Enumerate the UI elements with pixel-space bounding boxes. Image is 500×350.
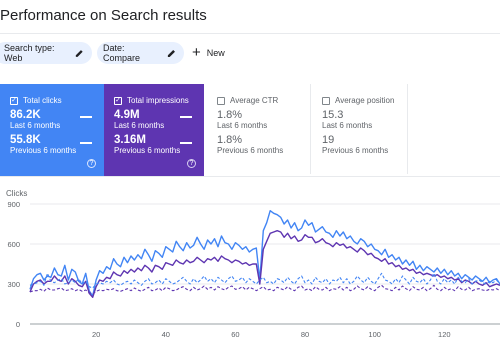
metric-current-period: Last 6 months	[10, 121, 61, 130]
metric-card-average-ctr[interactable]: Average CTR 1.8% Last 6 months 1.8% Prev…	[207, 84, 311, 174]
page-title: Performance on Search results	[0, 7, 207, 24]
y-tick-label: 0	[16, 320, 20, 329]
metric-label: Total impressions	[127, 96, 189, 105]
new-label: New	[206, 48, 225, 58]
metric-current-value: 86.2K	[10, 109, 41, 121]
x-tick-label: 120	[438, 330, 451, 339]
search-type-label: Search type: Web	[4, 43, 55, 63]
metric-label: Average CTR	[230, 96, 279, 105]
series-line-3	[29, 284, 500, 295]
dashed-line-legend-icon	[180, 142, 192, 144]
metric-previous-period: Previous 6 months	[114, 146, 181, 155]
x-tick-label: 60	[231, 330, 239, 339]
metric-current-value: 4.9M	[114, 109, 140, 121]
metric-previous-period: Previous 6 months	[10, 146, 77, 155]
solid-line-legend-icon	[180, 116, 192, 118]
metric-previous-period: Previous 6 months	[322, 146, 389, 155]
edit-icon	[168, 49, 176, 57]
metric-label: Average position	[335, 96, 395, 105]
date-filter-chip[interactable]: Date: Compare	[97, 42, 184, 64]
x-tick-label: 80	[301, 330, 309, 339]
help-icon[interactable]: ?	[187, 159, 196, 168]
x-tick-label: 20	[92, 330, 100, 339]
series-line-1	[29, 230, 500, 299]
header-divider	[0, 33, 500, 34]
checkbox-unchecked-icon[interactable]	[322, 96, 330, 105]
metric-current-value: 15.3	[322, 109, 344, 121]
y-tick-label: 600	[7, 240, 20, 249]
metric-current-period: Last 6 months	[114, 121, 165, 130]
dashed-line-legend-icon	[80, 142, 92, 144]
solid-line-legend-icon	[80, 116, 92, 118]
y-tick-label: 300	[7, 280, 20, 289]
metric-current-value: 1.8%	[217, 109, 243, 121]
metric-current-period: Last 6 months	[322, 121, 373, 130]
cards-divider	[0, 176, 500, 177]
metric-previous-value: 3.16M	[114, 134, 146, 146]
search-type-filter-chip[interactable]: Search type: Web	[0, 42, 92, 64]
metric-current-period: Last 6 months	[217, 121, 268, 130]
series-line-0	[29, 209, 500, 297]
help-icon[interactable]: ?	[87, 159, 96, 168]
edit-icon	[76, 49, 84, 57]
metric-card-total-impressions[interactable]: ✓ Total impressions 4.9M Last 6 months 3…	[104, 84, 204, 176]
date-label: Date: Compare	[103, 43, 141, 63]
y-tick-label: 900	[7, 200, 20, 209]
plus-icon: +	[192, 44, 201, 61]
metric-previous-value: 1.8%	[217, 134, 243, 146]
metric-previous-value: 55.8K	[10, 134, 41, 146]
clicks-chart: 0 300 600 900 20 40 60 80 100 120	[7, 200, 500, 339]
checkbox-unchecked-icon[interactable]	[217, 96, 225, 105]
metric-previous-value: 19	[322, 134, 335, 146]
x-tick-label: 100	[368, 330, 381, 339]
checkbox-checked-icon[interactable]: ✓	[114, 96, 122, 105]
checkbox-checked-icon[interactable]: ✓	[10, 96, 18, 105]
metric-label: Total clicks	[23, 96, 62, 105]
metric-card-average-position[interactable]: Average position 15.3 Last 6 months 19 P…	[312, 84, 408, 174]
new-filter-button[interactable]: + New	[192, 44, 225, 62]
x-tick-label: 40	[162, 330, 170, 339]
metric-card-total-clicks[interactable]: ✓ Total clicks 86.2K Last 6 months 55.8K…	[0, 84, 104, 176]
metric-previous-period: Previous 6 months	[217, 146, 284, 155]
